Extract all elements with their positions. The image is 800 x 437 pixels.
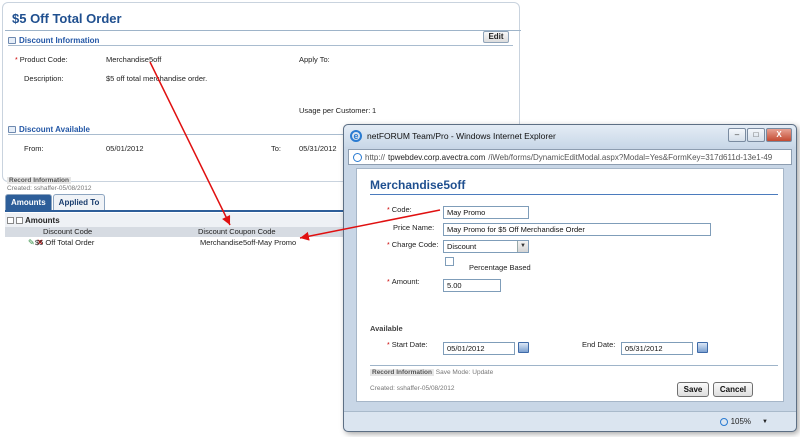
tab-strip bbox=[5, 210, 350, 212]
divider bbox=[8, 45, 513, 46]
window-title-bar: e netFORUM Team/Pro - Windows Internet E… bbox=[344, 125, 796, 147]
window-title: netFORUM Team/Pro - Windows Internet Exp… bbox=[367, 131, 556, 141]
cell-discount-code: $5 Off Total Order bbox=[35, 238, 95, 247]
chevron-down-icon: ▼ bbox=[762, 418, 768, 425]
from-label: From: bbox=[24, 144, 44, 153]
edit-button[interactable]: Edit bbox=[483, 31, 509, 43]
product-code-value: Merchandise5off bbox=[106, 55, 162, 64]
page-title: $5 Off Total Order bbox=[12, 11, 122, 26]
grid-header: Discount Code Discount Coupon Code bbox=[5, 227, 350, 237]
grid-title: Amounts bbox=[25, 215, 60, 225]
apply-to-label: Apply To: bbox=[299, 55, 330, 64]
section-title: Discount Available bbox=[19, 125, 90, 134]
tab-applied-to[interactable]: Applied To bbox=[52, 194, 106, 210]
divider bbox=[8, 134, 343, 135]
from-value: 05/01/2012 bbox=[106, 144, 144, 153]
maximize-button[interactable]: □ bbox=[747, 128, 765, 142]
ie-logo-icon: e bbox=[350, 130, 362, 142]
column-header-discount-code[interactable]: Discount Code bbox=[5, 227, 198, 237]
table-row: ✎ ✕ $5 Off Total Order Merchandise5off-M… bbox=[5, 237, 350, 249]
start-date-label: * Start Date: bbox=[387, 340, 428, 349]
minimize-button[interactable]: – bbox=[728, 128, 746, 142]
column-header-coupon-code[interactable]: Discount Coupon Code bbox=[198, 227, 348, 237]
save-button[interactable]: Save bbox=[677, 382, 709, 397]
record-information: Record Information Save Mode: Update Cre… bbox=[370, 369, 494, 392]
title-bar: $5 Off Total Order bbox=[5, 5, 521, 31]
amount-input[interactable]: 5.00 bbox=[443, 279, 501, 292]
address-bar[interactable]: http://tpwebdev.corp.avectra.com/iWeb/fo… bbox=[348, 149, 792, 165]
section-icon bbox=[8, 126, 16, 133]
zoom-icon bbox=[719, 417, 728, 426]
edit-modal-window: e netFORUM Team/Pro - Windows Internet E… bbox=[343, 124, 797, 432]
description-label: Description: bbox=[24, 74, 64, 83]
usage-label: Usage per Customer: bbox=[299, 106, 371, 115]
divider bbox=[370, 194, 778, 195]
form-title: Merchandise5off bbox=[370, 178, 466, 192]
cancel-button[interactable]: Cancel bbox=[713, 382, 753, 397]
charge-code-select[interactable]: Discount ▼ bbox=[443, 240, 529, 253]
percentage-based-label: Percentage Based bbox=[469, 263, 531, 272]
collapse-icon[interactable] bbox=[7, 216, 14, 224]
calendar-icon[interactable] bbox=[518, 342, 529, 353]
start-date-input[interactable]: 05/01/2012 bbox=[443, 342, 515, 355]
zoom-control[interactable]: 105% ▼ bbox=[719, 417, 768, 426]
to-value: 05/31/2012 bbox=[299, 144, 337, 153]
description-value: $5 off total merchandise order. bbox=[106, 74, 208, 83]
record-information: Record Information Created: sshaffer-05/… bbox=[7, 177, 92, 192]
code-label: * Code: bbox=[387, 205, 412, 214]
close-button[interactable]: X bbox=[766, 128, 792, 142]
charge-code-label: * Charge Code: bbox=[387, 240, 439, 249]
tab-amounts[interactable]: Amounts bbox=[5, 194, 52, 210]
divider bbox=[370, 365, 778, 366]
chevron-down-icon: ▼ bbox=[517, 241, 528, 252]
section-icon bbox=[8, 37, 16, 44]
amount-label: * Amount: bbox=[387, 277, 420, 286]
grid-title-bar: Amounts bbox=[5, 213, 350, 227]
discount-information-header: Discount Information bbox=[8, 36, 99, 45]
usage-value: 1 bbox=[372, 106, 377, 115]
page-icon bbox=[353, 152, 362, 162]
cell-coupon-code: Merchandise5off-May Promo bbox=[200, 238, 297, 247]
end-date-label: End Date: bbox=[582, 340, 616, 349]
price-name-input[interactable]: May Promo for $5 Off Merchandise Order bbox=[443, 223, 711, 236]
calendar-icon[interactable] bbox=[697, 342, 708, 353]
tab-bar: Amounts Applied To bbox=[5, 194, 106, 210]
status-bar: 105% ▼ bbox=[344, 411, 796, 431]
discount-available-header: Discount Available bbox=[8, 125, 90, 134]
to-label: To: bbox=[271, 144, 282, 153]
amounts-grid: Amounts Discount Code Discount Coupon Co… bbox=[5, 213, 350, 249]
modal-form: Merchandise5off * Code: May Promo Price N… bbox=[356, 168, 784, 402]
percentage-based-checkbox[interactable] bbox=[445, 257, 454, 266]
available-section-label: Available bbox=[370, 324, 403, 333]
price-name-label: Price Name: bbox=[393, 223, 435, 232]
product-code-label: * Product Code: bbox=[15, 55, 68, 64]
grid-options-icon[interactable] bbox=[16, 216, 23, 224]
end-date-input[interactable]: 05/31/2012 bbox=[621, 342, 693, 355]
code-input[interactable]: May Promo bbox=[443, 206, 529, 219]
section-title: Discount Information bbox=[19, 36, 100, 45]
